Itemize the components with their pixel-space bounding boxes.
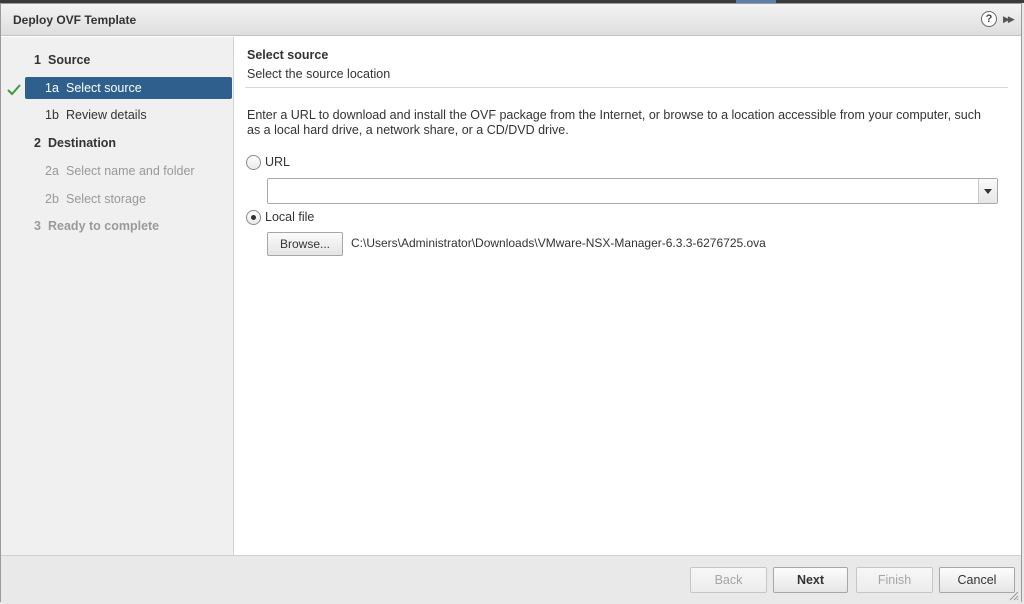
expand-icon[interactable]: ▶▶ (1003, 11, 1019, 27)
deploy-ovf-dialog: Deploy OVF Template ? ▶▶ 1 Source 1a Selec… (0, 3, 1022, 603)
step-source: 1 Source (34, 53, 91, 67)
selected-file-path: C:\Users\Administrator\Downloads\VMware-… (351, 236, 766, 250)
check-icon (7, 84, 21, 96)
wizard-content: Select source Select the source location… (245, 37, 1009, 555)
local-file-radio-label[interactable]: Local file (265, 210, 314, 224)
step-destination: 2 Destination (34, 136, 117, 150)
finish-button[interactable]: Finish (856, 567, 933, 593)
next-button[interactable]: Next (773, 567, 848, 593)
wizard-footer: Back Next Finish Cancel (1, 555, 1021, 603)
page-subtitle: Select the source location (247, 67, 391, 81)
local-file-radio[interactable] (246, 210, 261, 225)
page-description: Enter a URL to download and install the … (247, 108, 981, 137)
step-review-details[interactable]: 1b Review details (25, 104, 232, 126)
step-select-storage: 2b Select storage (45, 192, 146, 206)
wizard-steps: 1 Source 1a Select source 1b Review details… (1, 37, 234, 555)
url-combobox[interactable] (267, 178, 998, 204)
step-select-name-folder: 2a Select name and folder (45, 164, 195, 178)
chevron-down-icon[interactable] (978, 179, 997, 203)
dialog-titlebar: Deploy OVF Template ? ▶▶ (1, 4, 1021, 36)
help-icon[interactable]: ? (981, 11, 997, 27)
header-divider (245, 87, 1008, 88)
url-radio-label[interactable]: URL (265, 155, 290, 169)
back-button[interactable]: Back (690, 567, 767, 593)
step-select-source[interactable]: 1a Select source (25, 77, 232, 99)
url-radio[interactable] (246, 155, 261, 170)
resize-grip-icon[interactable] (1009, 591, 1019, 601)
step-ready-to-complete: 3 Ready to complete (34, 219, 160, 233)
dialog-title: Deploy OVF Template (13, 13, 137, 27)
cancel-button[interactable]: Cancel (939, 567, 1015, 593)
browse-button[interactable]: Browse... (267, 232, 343, 256)
page-title: Select source (247, 48, 329, 62)
url-input[interactable] (268, 179, 977, 203)
